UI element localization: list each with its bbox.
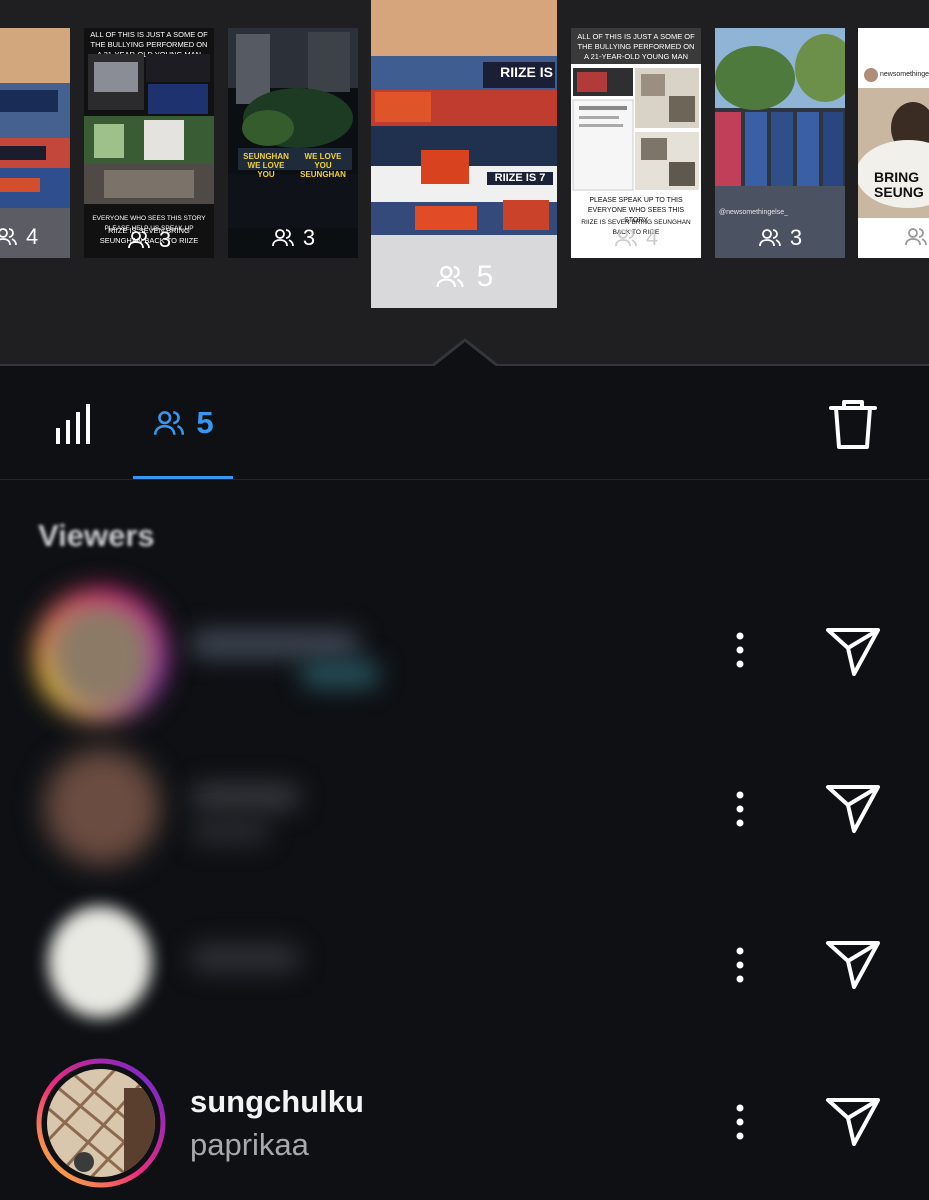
more-options-icon[interactable] [722,943,758,987]
story-viewer-count: 4 [0,224,70,250]
story-thumbnail-strip: 4 ALL OF THIS IS JUST A SOME OF THE BULL… [0,0,929,365]
active-tab-indicator [133,476,233,479]
story-collage-image [371,0,557,235]
story-caption-top: ALL OF THIS IS JUST A SOME OF THE BULLYI… [577,32,695,61]
story-viewer-count: 3 [228,225,358,251]
story-thumbnail[interactable]: SEUNGHAN WE LOVE YOU WE LOVE YOU SEUNGHA… [228,28,358,258]
avatar [864,68,878,82]
selected-story-pointer [432,338,498,368]
viewer-row[interactable] [0,580,929,730]
send-icon[interactable] [824,781,882,835]
viewer-name [190,630,360,658]
story-text-mid: RIIZE IS 7 [487,172,553,185]
story-text: BRING SEUNG [874,169,924,200]
story-banner-right: WE LOVE YOU SEUNGHAN [300,152,346,179]
send-icon[interactable] [824,624,882,678]
story-night-photo [228,28,358,228]
viewers-count: 5 [196,404,214,440]
viewer-row[interactable] [0,1042,929,1192]
story-thumbnail[interactable]: 4 [0,28,70,258]
send-icon[interactable] [824,937,882,991]
more-options-icon[interactable] [722,1100,758,1144]
more-options-icon[interactable] [722,787,758,831]
viewer-subtitle [190,817,270,845]
viewer-row[interactable] [0,888,929,1038]
bar-chart-icon[interactable] [52,398,100,446]
story-thumbnail[interactable]: ALL OF THIS IS JUST A SOME OF THE BULLYI… [571,28,701,258]
more-options-icon[interactable] [722,628,758,672]
story-thumbnail[interactable]: @newsomethingelse_ 3 [715,28,845,258]
story-collage-image [572,68,699,191]
story-viewer-count: 3 [84,227,214,253]
viewer-subtitle: paprikaa [190,1127,309,1162]
people-icon [758,229,781,247]
story-thumbnail[interactable]: newsomethingelse_ BRING SEUNG [858,28,929,258]
story-viewer-count: 4 [571,225,701,251]
story-collage-image [84,54,214,204]
story-street-photo [715,28,845,258]
tab-viewers[interactable]: 5 [133,366,233,479]
people-icon [127,231,150,249]
viewer-username[interactable]: sungchulku [190,1084,364,1120]
viewer-name [190,783,300,811]
avatar [48,906,152,1018]
avatar[interactable] [36,1058,166,1188]
story-banner-left: SEUNGHAN WE LOVE YOU [243,152,289,179]
people-icon [154,410,185,435]
avatar [44,749,160,865]
story-handle: @newsomethingelse_ [719,209,788,216]
story-viewer-count: 3 [715,225,845,251]
send-icon[interactable] [824,1094,882,1148]
viewer-row[interactable] [0,733,929,883]
viewer-name [190,944,300,972]
people-icon [905,228,927,246]
avatar-image [48,602,154,708]
story-handle: newsomethingelse_ [880,71,929,78]
people-icon [271,229,294,247]
section-title: Viewers [38,518,155,553]
people-icon [0,228,17,246]
story-thumbnail[interactable]: ALL OF THIS IS JUST A SOME OF THE BULLYI… [84,28,214,258]
viewer-subtitle [300,660,380,688]
story-viewer-count: 5 [371,260,557,294]
people-icon [614,229,637,247]
trash-icon[interactable] [826,397,880,451]
story-thumbnail-selected[interactable]: RIIZE IS RIIZE IS 7 5 [371,0,557,308]
story-viewer-count [858,225,929,249]
story-text-top: RIIZE IS [500,64,553,80]
people-icon [436,265,464,288]
